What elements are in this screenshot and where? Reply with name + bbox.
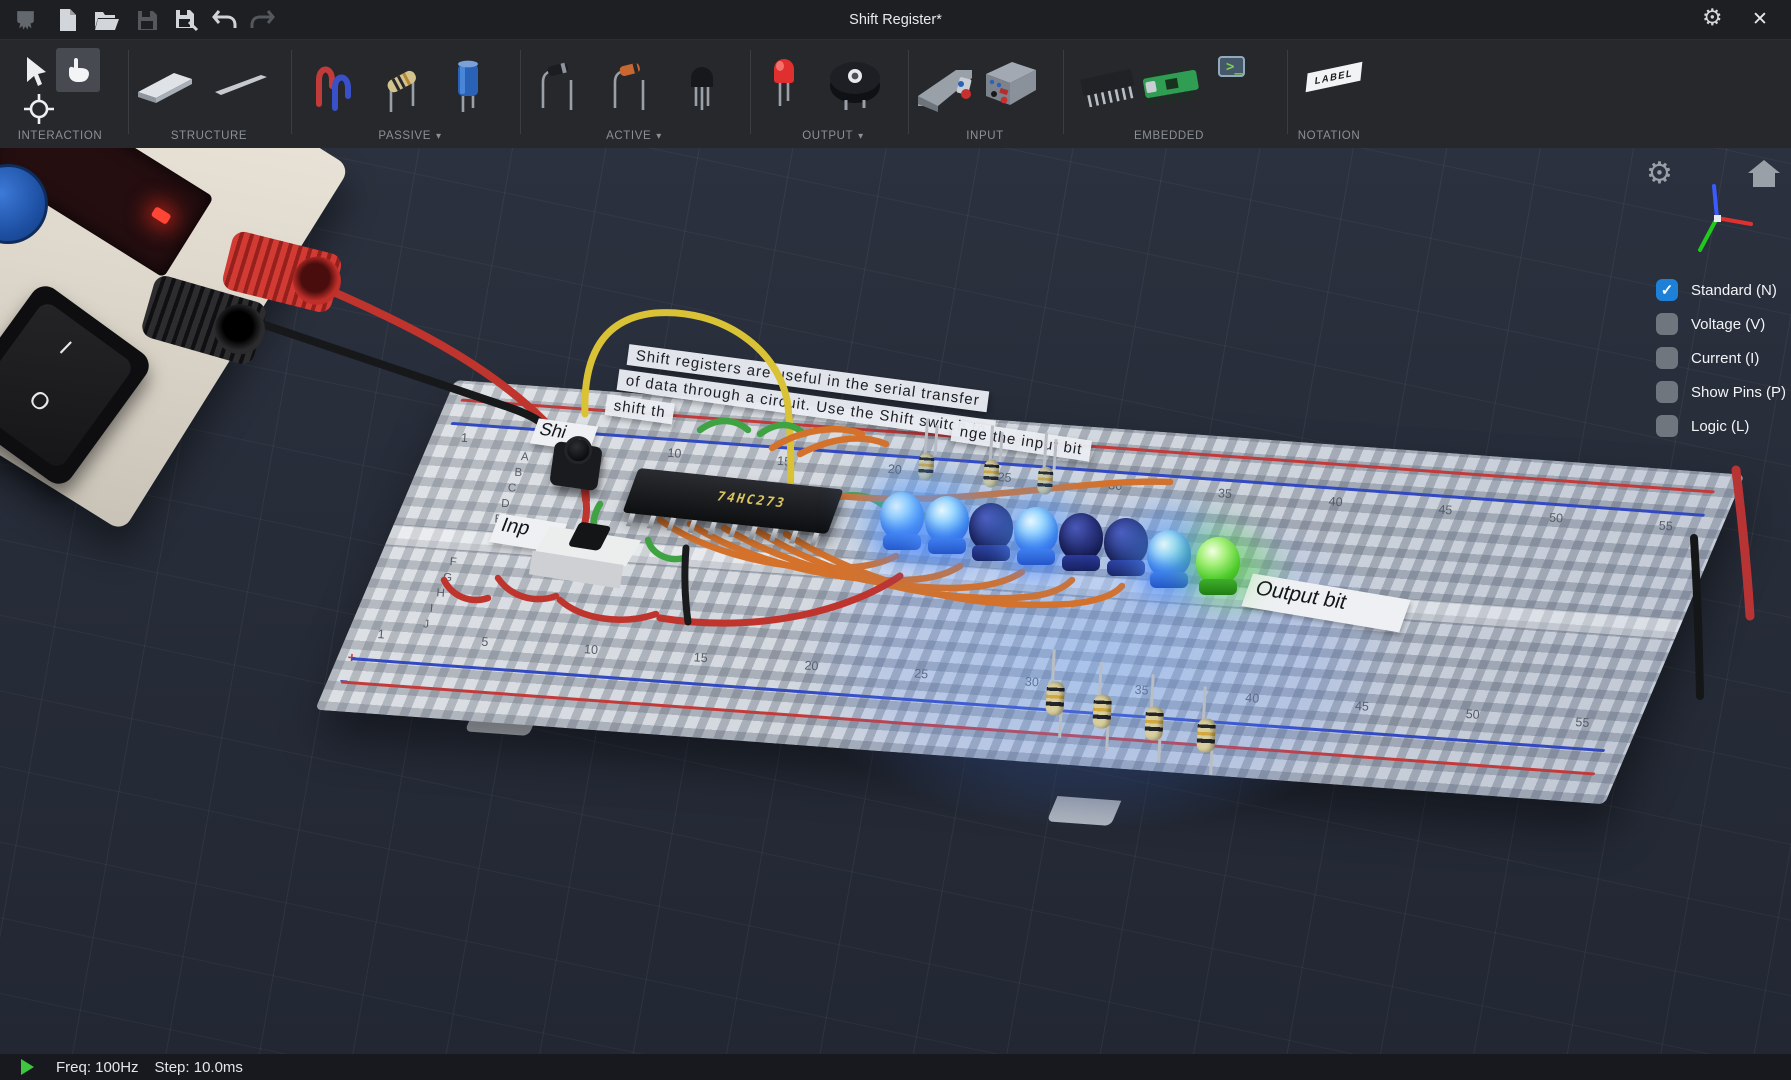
select-tool-button[interactable] [24, 56, 50, 88]
view-option-standard[interactable]: Standard (N) [1656, 278, 1786, 302]
toolbar-icon-breadboard-power-module[interactable] [916, 62, 978, 116]
chevron-down-icon [431, 130, 442, 142]
toolbar-icon-diode[interactable] [536, 56, 578, 112]
section-label-structure: STRUCTURE [171, 130, 247, 142]
hand-icon [65, 56, 91, 84]
shift-push-button[interactable] [549, 441, 603, 491]
toolbar-separator [291, 50, 292, 134]
settings-gear-icon[interactable] [1702, 4, 1723, 31]
section-label-input: INPUT [966, 130, 1004, 142]
toolbar-icon-arduino-nano[interactable] [1140, 60, 1202, 110]
led-4[interactable] [1014, 507, 1060, 565]
chevron-down-icon [853, 130, 864, 142]
toolbar-icon-power-supply[interactable] [980, 56, 1040, 112]
breadboard-foot [1047, 796, 1122, 826]
ic-marking: 74HC273 [714, 490, 788, 512]
view-options-panel: Standard (N) Voltage (V) Current (I) Sho… [1656, 278, 1786, 448]
sim-frequency: Freq: 100Hz [56, 1059, 139, 1076]
section-label-notation: NOTATION [1298, 130, 1361, 142]
toolbar-separator [1287, 50, 1288, 134]
display-glow [151, 206, 172, 225]
section-label-embedded: EMBEDDED [1134, 130, 1204, 142]
checkbox [1656, 279, 1678, 301]
toolbar-separator [750, 50, 751, 134]
close-icon[interactable] [1752, 8, 1768, 31]
terminal-prompt-icon [1220, 56, 1243, 75]
toolbar-icon-code-terminal[interactable] [1218, 58, 1245, 76]
wire-red-rail[interactable] [1736, 470, 1750, 616]
column-numbers-bottom: 15 1015 2025 3035 4045 5055 [374, 627, 1592, 732]
toolbar-icon-led[interactable] [770, 54, 798, 112]
led-3[interactable] [969, 503, 1015, 561]
view-option-show-pins[interactable]: Show Pins (P) [1656, 380, 1786, 404]
toolbar-icon-buzzer[interactable] [828, 56, 882, 112]
status-bar: Freq: 100Hz Step: 10.0ms [0, 1054, 1791, 1080]
scene-viewport[interactable]: 15 1015 2025 3035 4045 5055 AB CD E FG H… [0, 148, 1791, 1054]
toolbar-icon-jumper-wires[interactable] [312, 54, 354, 112]
checkbox [1656, 347, 1678, 369]
led-2[interactable] [925, 496, 971, 554]
section-label-active[interactable]: ACTIVE [606, 130, 662, 142]
toolbar-icon-zener-diode[interactable] [608, 56, 650, 112]
sim-step: Step: 10.0ms [155, 1059, 243, 1076]
toolbar-icon-resistor[interactable] [382, 54, 422, 114]
section-label-output[interactable]: OUTPUT [802, 130, 864, 142]
checkbox [1656, 415, 1678, 437]
led-1[interactable] [880, 492, 926, 550]
view-option-logic[interactable]: Logic (L) [1656, 414, 1786, 438]
led-6[interactable] [1104, 518, 1150, 576]
titlebar: Shift Register* [0, 0, 1791, 40]
view-option-current[interactable]: Current (I) [1656, 346, 1786, 370]
component-toolbar: LABEL INTERACTION STRUCTURE PASSIVE ACTI… [0, 40, 1791, 148]
window-title: Shift Register* [0, 0, 1791, 40]
chevron-down-icon [651, 130, 662, 142]
led-8-green[interactable] [1196, 537, 1242, 595]
label-tag-text: LABEL [1306, 62, 1363, 92]
toolbar-icon-transistor[interactable] [684, 56, 720, 114]
row-letters-fghij: FG HI J [420, 554, 462, 632]
toolbar-separator [520, 50, 521, 134]
toolbar-icon-rod[interactable] [212, 70, 270, 100]
axis-gizmo[interactable] [1680, 178, 1756, 254]
led-5[interactable] [1059, 513, 1105, 571]
toolbar-icon-breadboard[interactable] [132, 66, 198, 108]
toolbar-icon-dip-chip[interactable] [1076, 62, 1140, 114]
play-button[interactable] [21, 1059, 34, 1075]
toolbar-icon-capacitor[interactable] [452, 52, 484, 114]
interact-tool-button[interactable] [56, 48, 100, 92]
toolbar-separator [908, 50, 909, 134]
section-label-interaction: INTERACTION [18, 130, 103, 142]
checkbox [1656, 313, 1678, 335]
toolbar-icon-label[interactable]: LABEL [1306, 68, 1362, 86]
section-label-passive[interactable]: PASSIVE [378, 130, 441, 142]
led-7[interactable] [1147, 530, 1193, 588]
viewport-settings-gear-icon[interactable] [1646, 156, 1673, 191]
toolbar-separator [1063, 50, 1064, 134]
view-option-voltage[interactable]: Voltage (V) [1656, 312, 1786, 336]
toolbar-separator [128, 50, 129, 134]
orbit-tool-button[interactable] [24, 94, 54, 124]
checkbox [1656, 381, 1678, 403]
